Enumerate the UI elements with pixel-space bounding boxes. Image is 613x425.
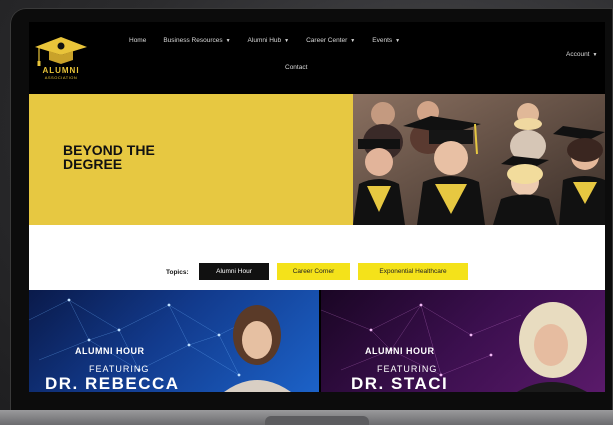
topics-filter-bar: Topics: Alumni Hour Career Corner Expone… (29, 225, 605, 290)
laptop-notch (265, 416, 369, 425)
account-menu[interactable]: Account ▼ (566, 51, 597, 58)
website-screen: ALUMNI ASSOCIATION Home Business Resourc… (29, 22, 605, 392)
nav-label: Business Resources (163, 37, 223, 44)
topic-tag-exponential-healthcare[interactable]: Exponential Healthcare (358, 263, 468, 280)
card-featuring: FEATURING (377, 364, 438, 374)
graduates-photo (353, 94, 605, 225)
card-kicker: ALUMNI HOUR (365, 346, 435, 356)
hero-title-line: DEGREE (63, 156, 123, 172)
main-menu: Home Business Resources ▼ Alumni Hub ▼ Car… (129, 37, 417, 49)
chevron-down-icon: ▼ (395, 38, 401, 44)
nav-item-home[interactable]: Home (129, 37, 146, 49)
account-label: Account (566, 51, 590, 58)
alumni-logo[interactable]: ALUMNI ASSOCIATION (33, 33, 89, 81)
graduation-cap-icon (35, 37, 87, 66)
nav-item-contact[interactable]: Contact (285, 64, 307, 71)
nav-item-business-resources[interactable]: Business Resources ▼ (163, 37, 230, 49)
card-kicker: ALUMNI HOUR (75, 346, 145, 356)
chevron-down-icon: ▼ (592, 52, 598, 58)
chevron-down-icon: ▼ (225, 38, 231, 44)
nav-item-alumni-hub[interactable]: Alumni Hub ▼ (248, 37, 290, 49)
nav-item-events[interactable]: Events ▼ (372, 37, 400, 49)
card-featuring: FEATURING (89, 364, 150, 374)
event-card[interactable]: ALUMNI HOUR FEATURING DR. REBECCA (29, 290, 319, 392)
topics-label: Topics: (166, 269, 189, 276)
nav-label: Career Center (306, 37, 348, 44)
card-name: DR. STACI (351, 374, 449, 392)
logo-wordmark: ALUMNI (42, 66, 80, 75)
logo-subtitle: ASSOCIATION (44, 75, 78, 80)
chevron-down-icon: ▼ (350, 38, 356, 44)
topic-tag-career-corner[interactable]: Career Corner (277, 263, 350, 280)
site-header: ALUMNI ASSOCIATION Home Business Resourc… (29, 22, 605, 94)
hero-title: BEYOND THE DEGREE (63, 143, 213, 171)
hero-title-line: BEYOND THE (63, 142, 155, 158)
nav-label: Alumni Hub (247, 37, 282, 44)
topic-tag-alumni-hour[interactable]: Alumni Hour (199, 263, 269, 280)
nav-label: Events (372, 37, 393, 44)
nav-item-career-center[interactable]: Career Center ▼ (306, 37, 355, 49)
hero-banner: BEYOND THE DEGREE (29, 94, 605, 225)
event-card[interactable]: ALUMNI HOUR FEATURING DR. STACI (321, 290, 605, 392)
chevron-down-icon: ▼ (284, 38, 290, 44)
card-name: DR. REBECCA (45, 374, 180, 392)
nav-label: Home (129, 37, 147, 44)
